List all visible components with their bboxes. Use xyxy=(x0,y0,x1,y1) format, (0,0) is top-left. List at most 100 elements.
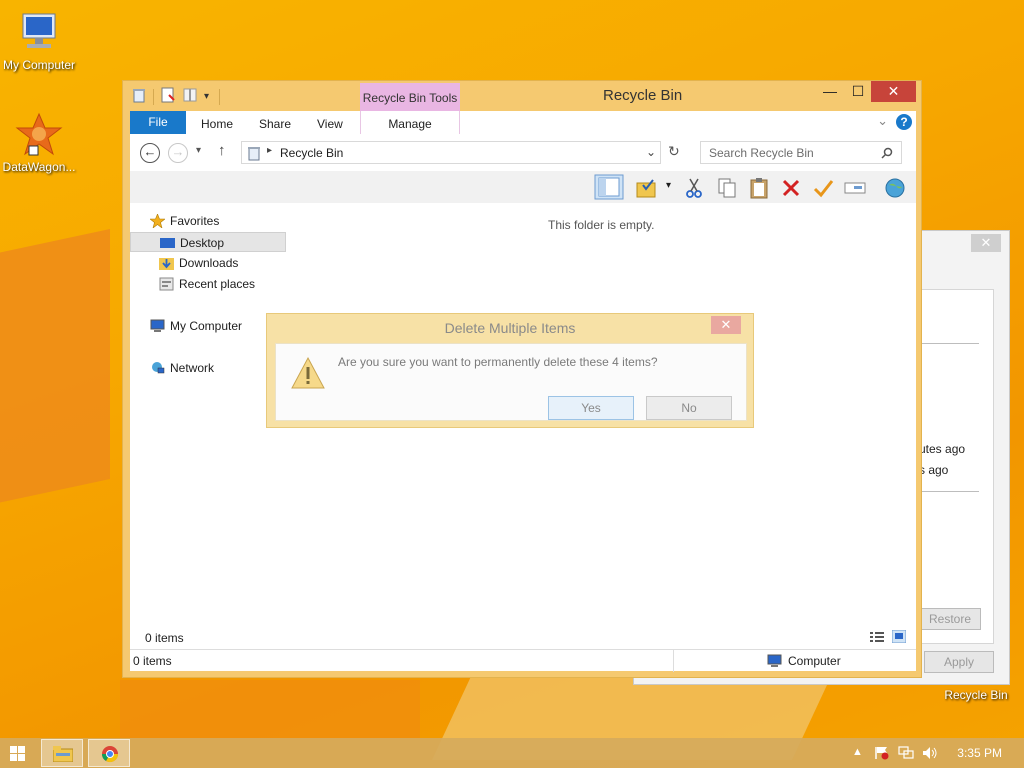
forward-button[interactable]: → xyxy=(168,143,188,163)
show-hidden-icons-icon[interactable]: ▲ xyxy=(852,746,863,758)
dropdown-icon[interactable]: ▾ xyxy=(666,180,671,191)
desktop-icon-label: DataWagon... xyxy=(2,160,76,174)
wallpaper-shape xyxy=(120,680,420,740)
network-tray-icon[interactable] xyxy=(898,746,914,760)
refresh-icon[interactable]: ↻ xyxy=(668,143,680,160)
dialog-message: Are you sure you want to permanently del… xyxy=(338,355,658,369)
status-bar: 0 items Computer xyxy=(130,649,916,672)
taskbar: ▲ 3:35 PM xyxy=(0,738,1024,768)
desktop-folder-icon xyxy=(160,238,175,248)
desktop-icon-label: My Computer xyxy=(2,58,76,72)
computer-icon xyxy=(767,654,782,667)
recent-places-icon xyxy=(159,277,174,291)
recycle-bin-tools-tab[interactable]: Recycle Bin Tools xyxy=(360,83,460,111)
windows-start-icon[interactable] xyxy=(10,746,25,761)
customize-qat-icon[interactable]: ▾ xyxy=(204,91,209,102)
preview-pane-icon[interactable] xyxy=(594,174,624,200)
nav-label: Recent places xyxy=(179,277,256,291)
address-location[interactable]: Recycle Bin xyxy=(280,146,343,160)
navigation-bar: ← → ▾ ↑ ▸ Recycle Bin ⌄ ↻ Search Recycle… xyxy=(130,134,916,171)
recent-locations-icon[interactable]: ▾ xyxy=(196,145,201,156)
minimize-button[interactable]: — xyxy=(815,81,845,102)
network-icon xyxy=(152,362,165,374)
divider xyxy=(919,343,979,344)
downloads-folder-icon xyxy=(159,258,174,270)
properties-text: utes ago xyxy=(919,442,966,456)
folder-icon xyxy=(53,746,73,762)
tab-share[interactable]: Share xyxy=(259,111,291,134)
address-dropdown-icon[interactable]: ⌄ xyxy=(646,145,656,159)
delete-confirmation-dialog: Delete Multiple Items ✕ Are you sure you… xyxy=(266,313,754,428)
large-icons-view-icon[interactable] xyxy=(892,630,906,643)
properties-close-button[interactable]: ✕ xyxy=(971,234,1001,252)
desktop-icon-my-computer[interactable]: My Computer xyxy=(0,10,78,72)
items-count: 0 items xyxy=(145,631,184,645)
nav-recent-places[interactable]: Recent places xyxy=(130,274,286,294)
search-icon[interactable] xyxy=(881,147,893,159)
taskbar-file-explorer[interactable] xyxy=(41,739,83,767)
details-view-icon[interactable] xyxy=(870,631,884,643)
dialog-body: Are you sure you want to permanently del… xyxy=(275,343,747,421)
folder-options-icon[interactable] xyxy=(635,177,657,199)
up-button[interactable]: ↑ xyxy=(218,142,226,159)
desktop-icon-datawagon[interactable]: DataWagon... xyxy=(0,112,78,174)
nav-label: Downloads xyxy=(179,256,239,270)
nav-desktop[interactable]: Desktop xyxy=(130,232,286,252)
quick-access-toolbar: ▾ xyxy=(131,87,221,106)
desktop-icon-recycle-bin[interactable]: Recycle Bin xyxy=(938,688,1014,702)
breadcrumb-arrow-icon[interactable]: ▸ xyxy=(267,145,272,156)
action-center-flag-icon[interactable] xyxy=(874,746,890,760)
window-title: Recycle Bin xyxy=(603,87,683,104)
no-button[interactable]: No xyxy=(646,396,732,420)
expand-ribbon-icon[interactable]: ⌄ xyxy=(877,113,888,129)
globe-icon[interactable] xyxy=(884,177,906,199)
clock[interactable]: 3:35 PM xyxy=(957,746,1002,760)
help-icon[interactable]: ? xyxy=(896,114,912,130)
nav-downloads[interactable]: Downloads xyxy=(130,253,286,273)
wallpaper-shape xyxy=(0,229,110,511)
divider xyxy=(919,491,979,492)
status-items-count: 0 items xyxy=(133,654,172,668)
address-bar[interactable]: ▸ Recycle Bin ⌄ xyxy=(241,141,661,164)
ribbon-tabs: File Home Share View Manage ⌄ ? xyxy=(130,111,916,134)
nav-my-computer[interactable]: My Computer xyxy=(130,316,286,336)
delete-icon[interactable] xyxy=(780,177,802,199)
separator xyxy=(219,88,221,105)
search-box[interactable]: Search Recycle Bin xyxy=(700,141,902,164)
taskbar-chrome[interactable] xyxy=(88,739,130,767)
paste-icon[interactable] xyxy=(748,177,770,199)
computer-icon xyxy=(150,319,165,332)
tab-manage[interactable]: Manage xyxy=(360,111,460,134)
properties-icon[interactable] xyxy=(160,87,176,106)
nav-label: My Computer xyxy=(170,319,243,333)
separator xyxy=(673,650,674,672)
desktop-icon-label: Recycle Bin xyxy=(944,688,1008,702)
nav-favorites[interactable]: Favorites xyxy=(130,211,286,231)
dialog-close-button[interactable]: ✕ xyxy=(711,316,741,334)
tab-file[interactable]: File xyxy=(130,111,186,134)
cut-icon[interactable] xyxy=(683,177,705,199)
copy-icon[interactable] xyxy=(716,177,738,199)
empty-folder-message: This folder is empty. xyxy=(548,218,655,232)
status-location: Computer xyxy=(788,654,841,668)
rename-icon[interactable] xyxy=(844,177,866,199)
nav-network[interactable]: Network xyxy=(130,358,286,378)
yes-button[interactable]: Yes xyxy=(548,396,634,420)
dialog-title: Delete Multiple Items xyxy=(444,320,576,336)
recycle-bin-icon xyxy=(131,87,147,106)
apply-button[interactable]: Apply xyxy=(924,651,994,673)
back-button[interactable]: ← xyxy=(140,143,160,163)
tab-view[interactable]: View xyxy=(317,111,343,134)
nav-label: Desktop xyxy=(180,236,225,250)
close-button[interactable]: ✕ xyxy=(871,81,916,102)
recycle-bin-icon xyxy=(248,147,260,161)
warning-icon xyxy=(291,356,325,389)
restore-button[interactable]: Restore xyxy=(919,608,981,630)
star-icon xyxy=(150,214,165,228)
tab-home[interactable]: Home xyxy=(201,111,233,134)
maximize-button[interactable]: ☐ xyxy=(843,81,873,102)
new-folder-icon[interactable] xyxy=(182,87,198,106)
computer-icon xyxy=(22,13,56,48)
checkmark-icon[interactable] xyxy=(812,177,834,199)
volume-icon[interactable] xyxy=(922,746,938,760)
